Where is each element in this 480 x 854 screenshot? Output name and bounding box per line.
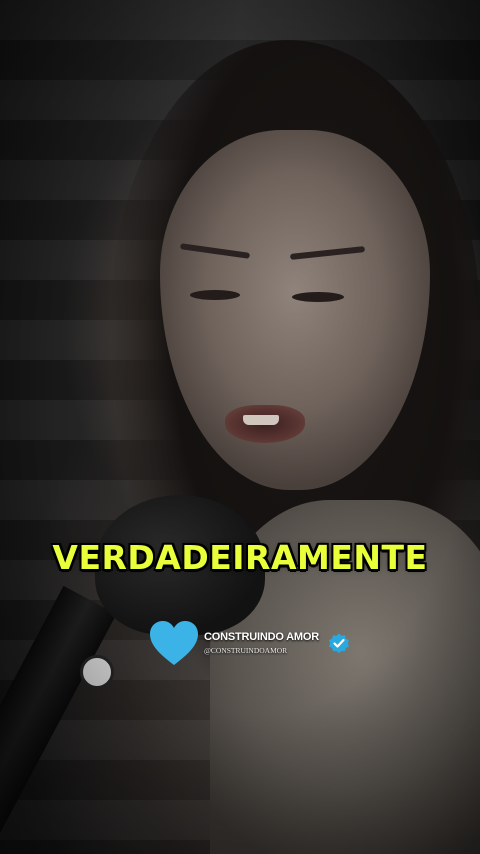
channel-handle: @CONSTRUINDOAMOR — [204, 646, 288, 655]
subtitle-caption: VERDADEIRAMENTE — [52, 538, 428, 577]
verified-badge-icon — [328, 633, 349, 654]
channel-watermark: CONSTRUINDO AMOR @CONSTRUINDOAMOR — [148, 618, 351, 668]
speaker-teeth — [243, 415, 279, 425]
microphone-badge — [80, 655, 114, 689]
microphone-arm — [0, 585, 117, 853]
left-eye — [190, 290, 240, 300]
heart-icon — [150, 621, 198, 665]
video-frame[interactable]: VERDADEIRAMENTE CONSTRUINDO AMOR @CONSTR… — [0, 0, 480, 854]
right-eye — [292, 292, 344, 302]
channel-name: CONSTRUINDO AMOR — [204, 631, 319, 643]
channel-text: CONSTRUINDO AMOR @CONSTRUINDOAMOR — [204, 631, 319, 655]
